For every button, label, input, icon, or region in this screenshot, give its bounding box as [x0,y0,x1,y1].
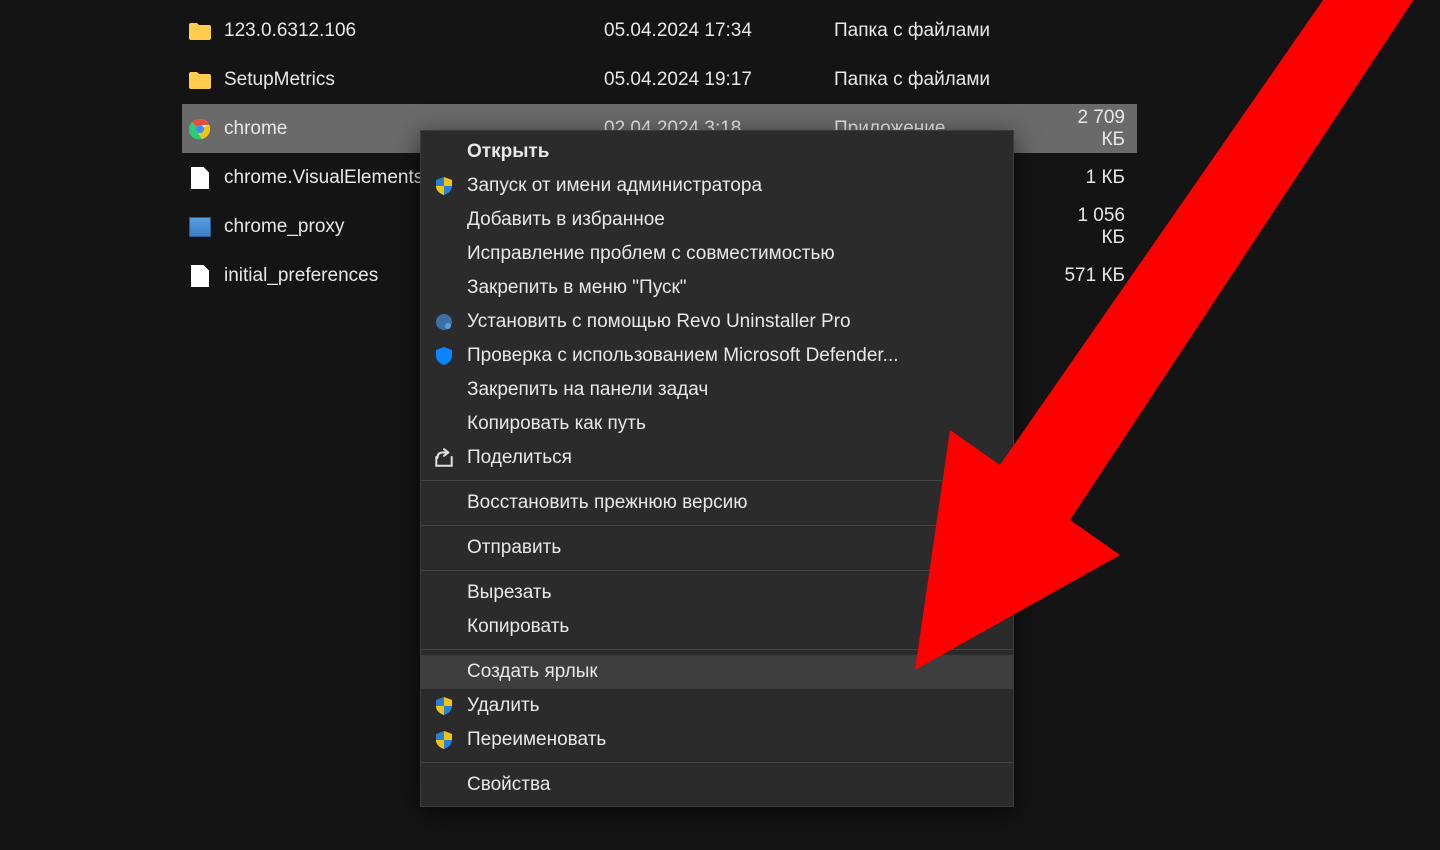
file-date: 05.04.2024 17:34 [604,20,834,42]
file-row[interactable]: 123.0.6312.10605.04.2024 17:34Папка с фа… [182,6,1137,55]
menu-item-label: Отправить [467,537,561,559]
revo-icon [433,311,455,333]
menu-item-label: Переименовать [467,729,606,751]
menu-item[interactable]: Восстановить прежнюю версию [421,486,1013,520]
menu-item-label: Открыть [467,141,549,163]
file-icon [186,164,214,192]
file-name: SetupMetrics [224,69,604,91]
menu-item[interactable]: Отправить [421,531,1013,565]
menu-item-label: Восстановить прежнюю версию [467,492,748,514]
menu-separator [421,762,1013,763]
menu-item[interactable]: Закрепить в меню "Пуск" [421,271,1013,305]
context-menu: Открыть Запуск от имени администратора Доб… [420,130,1014,807]
menu-item[interactable]: Запуск от имени администратора [421,169,1013,203]
menu-item-label: Запуск от имени администратора [467,175,762,197]
shield-yb-icon [433,695,455,717]
menu-separator [421,525,1013,526]
menu-item[interactable]: Установить с помощью Revo Uninstaller Pr… [421,305,1013,339]
menu-item-label: Добавить в избранное [467,209,665,231]
share-icon [433,447,455,469]
menu-separator [421,480,1013,481]
app-icon [186,213,214,241]
menu-item[interactable]: Поделиться [421,441,1013,475]
menu-item[interactable]: Открыть [421,135,1013,169]
file-row[interactable]: SetupMetrics05.04.2024 19:17Папка с файл… [182,55,1137,104]
file-type: Папка с файлами [834,69,1064,91]
menu-item-label: Установить с помощью Revo Uninstaller Pr… [467,311,851,333]
file-size: 1 056 КБ [1064,205,1137,249]
menu-item-label: Поделиться [467,447,572,469]
shield-yb-icon [433,729,455,751]
menu-item[interactable]: Создать ярлык [421,655,1013,689]
menu-item-label: Удалить [467,695,540,717]
menu-item[interactable]: Переименовать [421,723,1013,757]
file-type: Папка с файлами [834,20,1064,42]
menu-item-label: Создать ярлык [467,661,598,683]
menu-separator [421,649,1013,650]
file-date: 05.04.2024 19:17 [604,69,834,91]
file-size: 2 709 КБ [1064,107,1137,151]
file-size: 1 КБ [1064,167,1137,189]
menu-item[interactable]: Исправление проблем с совместимостью [421,237,1013,271]
shield-blue-icon [433,345,455,367]
menu-item[interactable]: Свойства [421,768,1013,802]
menu-item-label: Копировать [467,616,569,638]
folder-icon [186,17,214,45]
menu-item[interactable]: Проверка с использованием Microsoft Defe… [421,339,1013,373]
menu-item-label: Копировать как путь [467,413,646,435]
menu-item-label: Закрепить в меню "Пуск" [467,277,687,299]
file-icon [186,262,214,290]
menu-item-label: Исправление проблем с совместимостью [467,243,835,265]
folder-icon [186,66,214,94]
menu-item[interactable]: Закрепить на панели задач [421,373,1013,407]
menu-item-label: Закрепить на панели задач [467,379,708,401]
chrome-icon [186,115,214,143]
menu-item[interactable]: Копировать как путь [421,407,1013,441]
menu-item[interactable]: Вырезать [421,576,1013,610]
menu-item[interactable]: Копировать [421,610,1013,644]
file-size: 571 КБ [1064,265,1137,287]
shield-yb-icon [433,175,455,197]
menu-item-label: Проверка с использованием Microsoft Defe… [467,345,899,367]
menu-item[interactable]: Удалить [421,689,1013,723]
menu-item-label: Вырезать [467,582,552,604]
menu-item-label: Свойства [467,774,550,796]
menu-separator [421,570,1013,571]
menu-item[interactable]: Добавить в избранное [421,203,1013,237]
file-name: 123.0.6312.106 [224,20,604,42]
